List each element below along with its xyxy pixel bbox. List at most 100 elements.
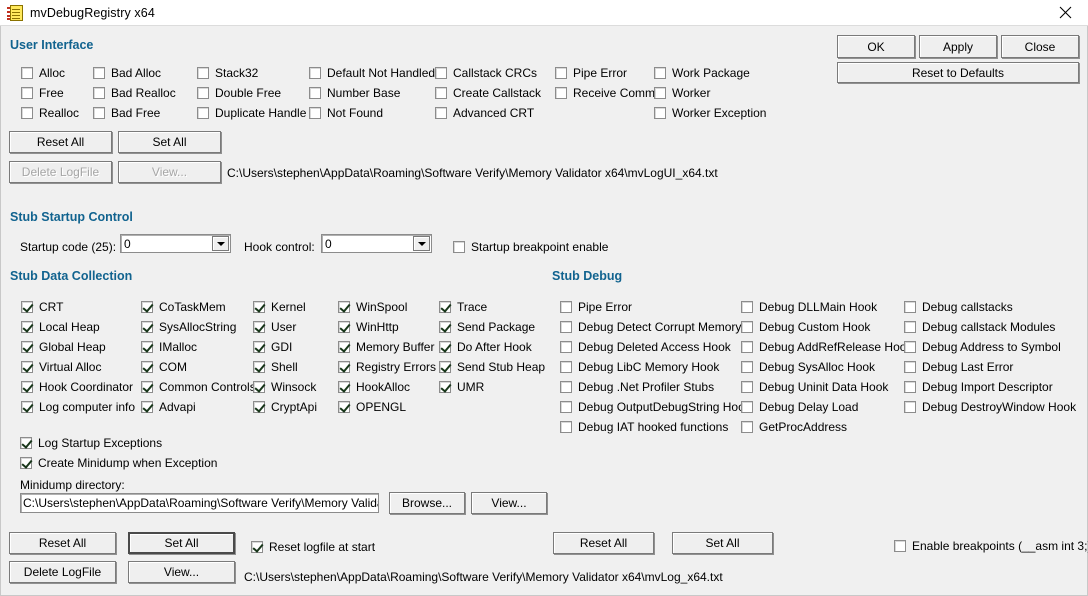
checkbox-kernel[interactable]: Kernel — [253, 299, 306, 315]
ui-set-all-button[interactable]: Set All — [118, 131, 221, 153]
checkbox-reset-logfile-at-start[interactable]: Reset logfile at start — [251, 539, 375, 555]
checkbox-log-startup-exceptions[interactable]: Log Startup Exceptions — [20, 435, 162, 451]
checkbox-create-callstack[interactable]: Create Callstack — [435, 85, 541, 101]
checkbox-worker-exception[interactable]: Worker Exception — [654, 105, 766, 121]
checkbox-debug-last-error[interactable]: Debug Last Error — [904, 359, 1013, 375]
hook-control-combo[interactable]: 0 — [321, 234, 432, 253]
checkbox-debug-deleted-access-hook[interactable]: Debug Deleted Access Hook — [560, 339, 731, 355]
checkbox-bad-realloc[interactable]: Bad Realloc — [93, 85, 176, 101]
checkbox-shell[interactable]: Shell — [253, 359, 298, 375]
checkbox-debug-sysalloc-hook[interactable]: Debug SysAlloc Hook — [741, 359, 875, 375]
checkbox-registry-errors[interactable]: Registry Errors — [338, 359, 436, 375]
checkbox-default-not-handled[interactable]: Default Not Handled — [309, 65, 435, 81]
checkbox-debug-address-to-symbol[interactable]: Debug Address to Symbol — [904, 339, 1061, 355]
checkbox-debug-outputdebugstring-hook[interactable]: Debug OutputDebugString Hook — [560, 399, 751, 415]
checkbox-box — [654, 87, 666, 99]
checkbox-debug-dllmain-hook[interactable]: Debug DLLMain Hook — [741, 299, 877, 315]
chevron-down-icon[interactable] — [413, 236, 430, 251]
bottom-left-delete-logfile-button[interactable]: Delete LogFile — [9, 561, 116, 583]
ui-reset-all-button[interactable]: Reset All — [9, 131, 112, 153]
checkbox-debug-uninit-data-hook[interactable]: Debug Uninit Data Hook — [741, 379, 888, 395]
checkbox-umr[interactable]: UMR — [439, 379, 484, 395]
checkbox-stack32[interactable]: Stack32 — [197, 65, 258, 81]
bottom-left-set-all-button[interactable]: Set All — [128, 532, 235, 554]
chevron-down-icon[interactable] — [212, 236, 229, 251]
checkbox-imalloc[interactable]: IMalloc — [141, 339, 197, 355]
ok-button[interactable]: OK — [837, 35, 915, 58]
checkbox-send-package[interactable]: Send Package — [439, 319, 535, 335]
checkbox-pipe-error-debug[interactable]: Pipe Error — [560, 299, 632, 315]
checkbox-debug-addrefrelease-hook[interactable]: Debug AddRefRelease Hook — [741, 339, 912, 355]
checkbox-not-found[interactable]: Not Found — [309, 105, 383, 121]
checkbox-enable-breakpoints[interactable]: Enable breakpoints (__asm int 3;) — [894, 538, 1088, 554]
checkbox-hook-coordinator[interactable]: Hook Coordinator — [21, 379, 133, 395]
checkbox-debug-delay-load[interactable]: Debug Delay Load — [741, 399, 858, 415]
minidump-browse-button[interactable]: Browse... — [389, 492, 465, 514]
checkbox-debug-custom-hook[interactable]: Debug Custom Hook — [741, 319, 870, 335]
checkbox-memory-buffer[interactable]: Memory Buffer — [338, 339, 434, 355]
checkbox-callstack-crcs[interactable]: Callstack CRCs — [435, 65, 537, 81]
checkbox-send-stub-heap[interactable]: Send Stub Heap — [439, 359, 545, 375]
checkbox-common-controls[interactable]: Common Controls — [141, 379, 256, 395]
checkbox-advapi[interactable]: Advapi — [141, 399, 196, 415]
checkbox-virtual-alloc[interactable]: Virtual Alloc — [21, 359, 101, 375]
close-button[interactable]: Close — [1001, 35, 1079, 58]
checkbox-pipe-error-ui[interactable]: Pipe Error — [555, 65, 627, 81]
reset-to-defaults-button[interactable]: Reset to Defaults — [837, 62, 1079, 83]
checkbox-crt[interactable]: CRT — [21, 299, 63, 315]
checkbox-winsock[interactable]: Winsock — [253, 379, 316, 395]
startup-code-combo[interactable]: 0 — [120, 234, 231, 253]
checkbox-debug-detect-corrupt-memory[interactable]: Debug Detect Corrupt Memory — [560, 319, 741, 335]
checkbox-work-package[interactable]: Work Package — [654, 65, 750, 81]
checkbox-create-minidump-when-exception[interactable]: Create Minidump when Exception — [20, 455, 217, 471]
checkbox-debug-libc-memory-hook[interactable]: Debug LibC Memory Hook — [560, 359, 719, 375]
bottom-right-reset-all-button[interactable]: Reset All — [553, 532, 654, 554]
minidump-directory-input[interactable]: C:\Users\stephen\AppData\Roaming\Softwar… — [20, 493, 379, 513]
checkbox-bad-alloc[interactable]: Bad Alloc — [93, 65, 161, 81]
checkbox-alloc[interactable]: Alloc — [21, 65, 65, 81]
checkbox-debug-callstack-modules[interactable]: Debug callstack Modules — [904, 319, 1055, 335]
checkbox-realloc[interactable]: Realloc — [21, 105, 79, 121]
checkbox-cotaskmem[interactable]: CoTaskMem — [141, 299, 226, 315]
checkbox-label: Pipe Error — [573, 66, 628, 80]
checkbox-debug-import-descriptor[interactable]: Debug Import Descriptor — [904, 379, 1053, 395]
checkbox-label: Advanced CRT — [453, 106, 535, 120]
checkbox-duplicate-handle[interactable]: Duplicate Handle — [197, 105, 306, 121]
close-icon[interactable] — [1042, 0, 1088, 25]
checkbox-box — [141, 401, 153, 413]
checkbox-do-after-hook[interactable]: Do After Hook — [439, 339, 532, 355]
checkbox-getprocaddress[interactable]: GetProcAddress — [741, 419, 847, 435]
checkbox-number-base[interactable]: Number Base — [309, 85, 400, 101]
checkbox-double-free[interactable]: Double Free — [197, 85, 281, 101]
checkbox-box — [654, 107, 666, 119]
checkbox-debug-destroywindow-hook[interactable]: Debug DestroyWindow Hook — [904, 399, 1076, 415]
checkbox-winhttp[interactable]: WinHttp — [338, 319, 399, 335]
checkbox-label: Debug callstack Modules — [922, 320, 1056, 334]
checkbox-debug-net-profiler-stubs[interactable]: Debug .Net Profiler Stubs — [560, 379, 714, 395]
checkbox-opengl[interactable]: OPENGL — [338, 399, 406, 415]
checkbox-trace[interactable]: Trace — [439, 299, 487, 315]
checkbox-log-computer-info[interactable]: Log computer info — [21, 399, 135, 415]
checkbox-hookalloc[interactable]: HookAlloc — [338, 379, 410, 395]
checkbox-sysallocstring[interactable]: SysAllocString — [141, 319, 236, 335]
checkbox-global-heap[interactable]: Global Heap — [21, 339, 106, 355]
checkbox-cryptapi[interactable]: CryptApi — [253, 399, 317, 415]
checkbox-free[interactable]: Free — [21, 85, 64, 101]
minidump-view-button[interactable]: View... — [471, 492, 547, 514]
checkbox-startup-breakpoint-enable[interactable]: Startup breakpoint enable — [453, 239, 608, 255]
apply-button[interactable]: Apply — [919, 35, 997, 58]
bottom-left-reset-all-button[interactable]: Reset All — [9, 532, 116, 554]
checkbox-com[interactable]: COM — [141, 359, 187, 375]
checkbox-winspool[interactable]: WinSpool — [338, 299, 407, 315]
checkbox-bad-free[interactable]: Bad Free — [93, 105, 160, 121]
bottom-right-set-all-button[interactable]: Set All — [672, 532, 773, 554]
checkbox-advanced-crt[interactable]: Advanced CRT — [435, 105, 534, 121]
checkbox-receive-comm[interactable]: Receive Comm — [555, 85, 655, 101]
checkbox-debug-iat-hooked-functions[interactable]: Debug IAT hooked functions — [560, 419, 728, 435]
checkbox-gdi[interactable]: GDI — [253, 339, 292, 355]
checkbox-worker[interactable]: Worker — [654, 85, 710, 101]
bottom-left-view-button[interactable]: View... — [128, 561, 235, 583]
checkbox-debug-callstacks[interactable]: Debug callstacks — [904, 299, 1013, 315]
checkbox-user[interactable]: User — [253, 319, 296, 335]
checkbox-local-heap[interactable]: Local Heap — [21, 319, 100, 335]
